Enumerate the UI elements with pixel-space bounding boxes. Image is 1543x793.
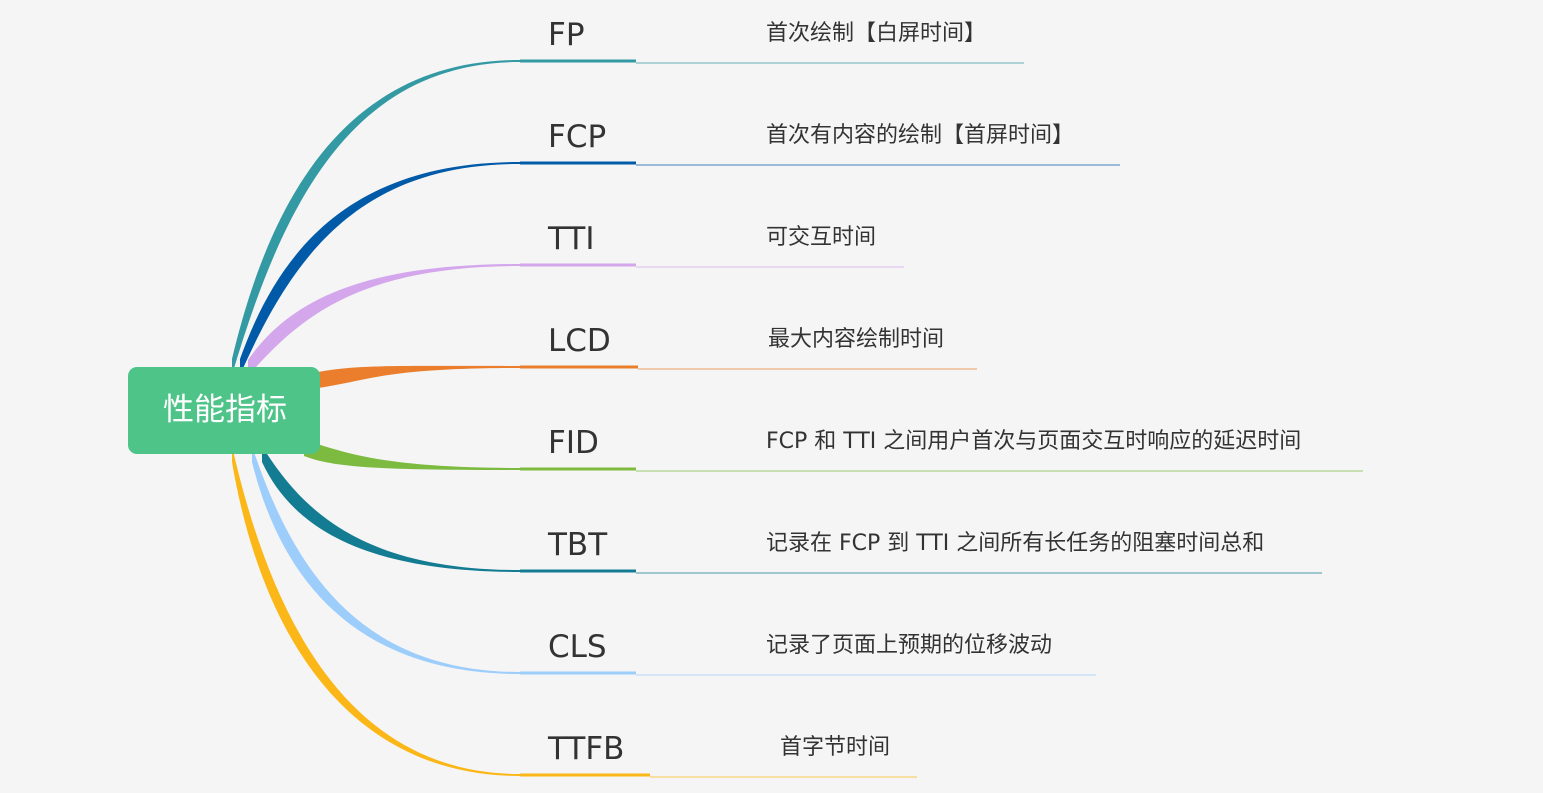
branch-description-tbt[interactable]: 记录在 FCP 到 TTI 之间所有长任务的阻塞时间总和: [766, 529, 1264, 559]
branch-label-fid[interactable]: FID: [548, 423, 599, 463]
root-node-performance-metrics[interactable]: 性能指标: [128, 367, 320, 454]
branch-description-lcd[interactable]: 最大内容绘制时间: [768, 325, 944, 355]
branch-description-fp[interactable]: 首次绘制【白屏时间】: [766, 19, 986, 49]
branch-description-ttfb[interactable]: 首字节时间: [780, 733, 890, 763]
branch-label-cls[interactable]: CLS: [548, 627, 607, 667]
branch-label-tti[interactable]: TTI: [548, 219, 594, 259]
branch-description-cls[interactable]: 记录了页面上预期的位移波动: [766, 631, 1052, 661]
branch-label-ttfb[interactable]: TTFB: [548, 729, 624, 769]
branch-label-fp[interactable]: FP: [548, 15, 585, 55]
branch-description-fcp[interactable]: 首次有内容的绘制【首屏时间】: [766, 121, 1074, 151]
connector-lcd: [318, 365, 520, 388]
connector-fp: [232, 60, 520, 375]
branch-label-lcd[interactable]: LCD: [548, 321, 611, 361]
branch-label-fcp[interactable]: FCP: [548, 117, 606, 157]
connector-ttfb: [232, 446, 520, 776]
branch-description-fid[interactable]: FCP 和 TTI 之间用户首次与页面交互时响应的延迟时间: [766, 427, 1301, 457]
branch-label-tbt[interactable]: TBT: [548, 525, 607, 565]
branch-description-tti[interactable]: 可交互时间: [766, 223, 876, 253]
connector-fid: [304, 440, 520, 470]
connector-fcp: [240, 162, 520, 375]
